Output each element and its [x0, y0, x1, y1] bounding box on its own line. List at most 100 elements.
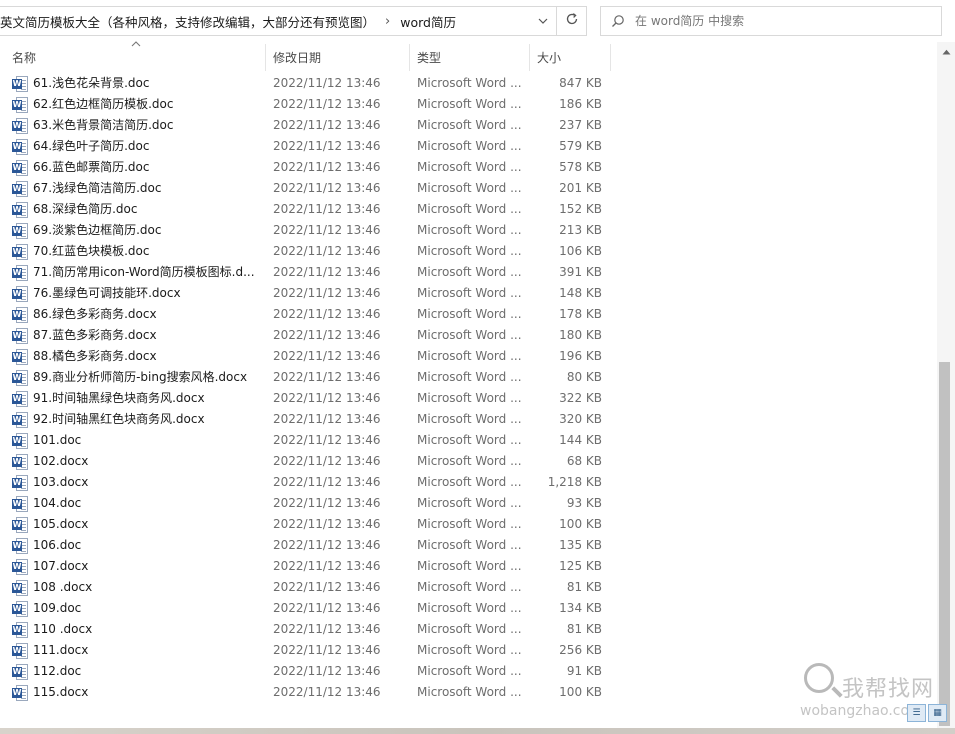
file-row[interactable]: W 115.docx 2022/11/12 13:46 Microsoft Word … [0, 682, 612, 703]
file-row[interactable]: W 61.浅色花朵背景.doc 2022/11/12 13:46 Microsoft … [0, 73, 612, 94]
file-name-cell[interactable]: W 70.红蓝色块模板.doc [12, 241, 266, 262]
file-row[interactable]: W 92.时间轴黑红色块商务风.docx 2022/11/12 13:46 Micro… [0, 409, 612, 430]
file-name-cell[interactable]: W 104.doc [12, 493, 266, 514]
file-row[interactable]: W 107.docx 2022/11/12 13:46 Microsoft Word … [0, 556, 612, 577]
file-name-cell[interactable]: W 87.蓝色多彩商务.docx [12, 325, 266, 346]
file-row[interactable]: W 63.米色背景简洁简历.doc 2022/11/12 13:46 Microsof… [0, 115, 612, 136]
word-document-icon: W [12, 453, 28, 470]
word-document-icon: W [12, 642, 28, 659]
file-name-cell[interactable]: W 86.绿色多彩商务.docx [12, 304, 266, 325]
breadcrumb-parent-folder[interactable]: 英文简历模板大全（各种风格，支持修改编辑，大部分还有预览图） [0, 12, 375, 31]
file-type: Microsoft Word ... [417, 139, 522, 153]
file-name-cell[interactable]: W 66.蓝色邮票简历.doc [12, 157, 266, 178]
file-type: Microsoft Word ... [417, 601, 522, 615]
file-row[interactable]: W 111.docx 2022/11/12 13:46 Microsoft Word … [0, 640, 612, 661]
file-name-cell[interactable]: W 110 .docx [12, 619, 266, 640]
file-row[interactable]: W 102.docx 2022/11/12 13:46 Microsoft Word … [0, 451, 612, 472]
file-row[interactable]: W 68.深绿色简历.doc 2022/11/12 13:46 Microsoft W… [0, 199, 612, 220]
file-name-cell[interactable]: W 64.绿色叶子简历.doc [12, 136, 266, 157]
file-size: 391 KB [559, 265, 602, 279]
explorer-toolbar: 英文简历模板大全（各种风格，支持修改编辑，大部分还有预览图） › word简历 [0, 0, 955, 42]
watermark-cn-text: 我帮找网 [842, 677, 935, 702]
file-row[interactable]: W 104.doc 2022/11/12 13:46 Microsoft Word .… [0, 493, 612, 514]
file-row[interactable]: W 70.红蓝色块模板.doc 2022/11/12 13:46 Microsoft … [0, 241, 612, 262]
file-type: Microsoft Word ... [417, 118, 522, 132]
file-name: 88.橘色多彩商务.docx [33, 349, 157, 363]
file-name-cell[interactable]: W 102.docx [12, 451, 266, 472]
file-row[interactable]: W 71.简历常用icon-Word简历模板图标.d... 2022/11/12 1… [0, 262, 612, 283]
scroll-up-arrow-icon[interactable] [937, 46, 955, 60]
file-row[interactable]: W 88.橘色多彩商务.docx 2022/11/12 13:46 Microsoft… [0, 346, 612, 367]
file-name-cell[interactable]: W 92.时间轴黑红色块商务风.docx [12, 409, 266, 430]
file-name: 111.docx [33, 643, 89, 657]
chevron-down-icon[interactable] [530, 7, 556, 35]
file-row[interactable]: W 110 .docx 2022/11/12 13:46 Microsoft Word… [0, 619, 612, 640]
file-row[interactable]: W 87.蓝色多彩商务.docx 2022/11/12 13:46 Microsoft… [0, 325, 612, 346]
file-row[interactable]: W 62.红色边框简历模板.doc 2022/11/12 13:46 Microsof… [0, 94, 612, 115]
details-view-icon[interactable]: ☰ [907, 704, 926, 722]
file-row[interactable]: W 101.doc 2022/11/12 13:46 Microsoft Word .… [0, 430, 612, 451]
file-name-cell[interactable]: W 62.红色边框简历模板.doc [12, 94, 266, 115]
column-header-name[interactable]: 名称 [6, 44, 266, 71]
file-name-cell[interactable]: W 108 .docx [12, 577, 266, 598]
file-date: 2022/11/12 13:46 [273, 160, 381, 174]
file-size: 237 KB [559, 118, 602, 132]
file-name-cell[interactable]: W 68.深绿色简历.doc [12, 199, 266, 220]
file-size: 178 KB [559, 307, 602, 321]
breadcrumb-current-folder[interactable]: word简历 [400, 12, 456, 31]
file-name-cell[interactable]: W 103.docx [12, 472, 266, 493]
file-type: Microsoft Word ... [417, 160, 522, 174]
file-row[interactable]: W 64.绿色叶子简历.doc 2022/11/12 13:46 Microsoft … [0, 136, 612, 157]
file-row[interactable]: W 66.蓝色邮票简历.doc 2022/11/12 13:46 Microsoft … [0, 157, 612, 178]
file-name: 112.doc [33, 664, 82, 678]
file-name-cell[interactable]: W 88.橘色多彩商务.docx [12, 346, 266, 367]
file-name-cell[interactable]: W 112.doc [12, 661, 266, 682]
file-name-cell[interactable]: W 106.doc [12, 535, 266, 556]
file-type: Microsoft Word ... [417, 622, 522, 636]
file-name-cell[interactable]: W 115.docx [12, 682, 266, 703]
file-row[interactable]: W 106.doc 2022/11/12 13:46 Microsoft Word .… [0, 535, 612, 556]
file-row[interactable]: W 67.浅绿色简洁简历.doc 2022/11/12 13:46 Microsoft… [0, 178, 612, 199]
file-row[interactable]: W 103.docx 2022/11/12 13:46 Microsoft Word … [0, 472, 612, 493]
file-row[interactable]: W 112.doc 2022/11/12 13:46 Microsoft Word .… [0, 661, 612, 682]
file-date: 2022/11/12 13:46 [273, 370, 381, 384]
file-name-cell[interactable]: W 76.墨绿色可调技能环.docx [12, 283, 266, 304]
file-row[interactable]: W 109.doc 2022/11/12 13:46 Microsoft Word .… [0, 598, 612, 619]
vertical-scrollbar[interactable] [937, 42, 955, 734]
file-row[interactable]: W 76.墨绿色可调技能环.docx 2022/11/12 13:46 Microso… [0, 283, 612, 304]
file-row[interactable]: W 86.绿色多彩商务.docx 2022/11/12 13:46 Microsoft… [0, 304, 612, 325]
file-name-cell[interactable]: W 89.商业分析师简历-bing搜索风格.docx [12, 367, 266, 388]
file-name-cell[interactable]: W 111.docx [12, 640, 266, 661]
address-bar[interactable]: 英文简历模板大全（各种风格，支持修改编辑，大部分还有预览图） › word简历 [0, 6, 557, 36]
file-name-cell[interactable]: W 69.淡紫色边框简历.doc [12, 220, 266, 241]
file-name-cell[interactable]: W 91.时间轴黑绿色块商务风.docx [12, 388, 266, 409]
file-name-cell[interactable]: W 105.docx [12, 514, 266, 535]
file-row[interactable]: W 91.时间轴黑绿色块商务风.docx 2022/11/12 13:46 Micro… [0, 388, 612, 409]
file-row[interactable]: W 105.docx 2022/11/12 13:46 Microsoft Word … [0, 514, 612, 535]
file-date: 2022/11/12 13:46 [273, 664, 381, 678]
word-document-icon: W [12, 579, 28, 596]
search-box[interactable] [600, 6, 942, 36]
search-input[interactable] [635, 14, 925, 28]
file-name-cell[interactable]: W 61.浅色花朵背景.doc [12, 73, 266, 94]
file-size: 579 KB [559, 139, 602, 153]
large-icons-view-icon[interactable]: ▦ [928, 704, 947, 722]
breadcrumb-separator-icon[interactable]: › [385, 14, 390, 29]
word-document-icon: W [12, 138, 28, 155]
column-header-date[interactable]: 修改日期 [267, 44, 410, 71]
file-name-cell[interactable]: W 109.doc [12, 598, 266, 619]
file-row[interactable]: W 108 .docx 2022/11/12 13:46 Microsoft Word… [0, 577, 612, 598]
file-name-cell[interactable]: W 67.浅绿色简洁简历.doc [12, 178, 266, 199]
file-name-cell[interactable]: W 107.docx [12, 556, 266, 577]
file-name-cell[interactable]: W 101.doc [12, 430, 266, 451]
column-header-size[interactable]: 大小 [531, 44, 611, 71]
file-name-cell[interactable]: W 63.米色背景简洁简历.doc [12, 115, 266, 136]
file-row[interactable]: W 69.淡紫色边框简历.doc 2022/11/12 13:46 Microsoft… [0, 220, 612, 241]
file-type: Microsoft Word ... [417, 328, 522, 342]
column-header-type[interactable]: 类型 [411, 44, 530, 71]
file-name: 64.绿色叶子简历.doc [33, 139, 150, 153]
file-row[interactable]: W 89.商业分析师简历-bing搜索风格.docx 2022/11/12 13:4… [0, 367, 612, 388]
file-type: Microsoft Word ... [417, 685, 522, 699]
refresh-button[interactable] [557, 6, 587, 36]
file-name-cell[interactable]: W 71.简历常用icon-Word简历模板图标.d... [12, 262, 266, 283]
